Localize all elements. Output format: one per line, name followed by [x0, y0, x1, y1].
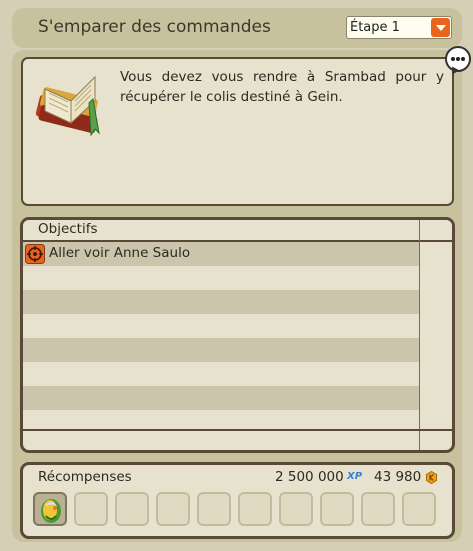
reward-slot-empty [320, 492, 354, 526]
xp-value: 2 500 000 [275, 469, 344, 485]
objective-row-empty [23, 314, 419, 338]
objective-row[interactable]: Aller voir Anne Saulo [23, 242, 419, 266]
target-icon [25, 244, 45, 264]
rewards-panel: Récompenses 2 500 000 XP 43 980 [20, 462, 455, 539]
chevron-down-icon[interactable] [431, 18, 450, 37]
objective-row-empty [23, 266, 419, 290]
reward-slot-empty [279, 492, 313, 526]
xp-icon: XP [347, 471, 363, 482]
quest-description-box: Vous devez vous rendre à Srambad pour y … [21, 57, 454, 206]
reward-slot-empty [402, 492, 436, 526]
reward-slot-empty [115, 492, 149, 526]
objective-row-empty [23, 386, 419, 410]
quest-description-text: Vous devez vous rendre à Srambad pour y … [120, 69, 444, 105]
quest-title: S'emparer des commandes [38, 17, 271, 37]
objectives-column-divider [419, 220, 420, 450]
objective-label: Aller voir Anne Saulo [49, 245, 191, 261]
objective-row-empty [23, 290, 419, 314]
rewards-label: Récompenses [38, 469, 132, 485]
chat-bubble-icon[interactable] [445, 46, 471, 72]
objectives-header: Objectifs [23, 220, 452, 242]
objectives-footer-divider [23, 429, 452, 431]
reward-slot-empty [156, 492, 190, 526]
title-bar: S'emparer des commandes Étape 1 [12, 8, 462, 48]
step-dropdown[interactable]: Étape 1 [346, 16, 452, 39]
equipment-item-icon [41, 499, 61, 523]
objective-row-empty [23, 338, 419, 362]
objectives-panel: Objectifs Aller voir Anne Saulo [20, 217, 455, 453]
reward-slot-empty [361, 492, 395, 526]
reward-slot-empty [74, 492, 108, 526]
objectives-header-label: Objectifs [38, 221, 98, 237]
reward-slot-empty [197, 492, 231, 526]
book-icon [35, 75, 100, 137]
reward-slot-empty [238, 492, 272, 526]
reward-slot[interactable] [33, 492, 67, 526]
kamas-value: 43 980 [374, 469, 422, 485]
objective-row-empty [23, 362, 419, 386]
kamas-icon [426, 471, 437, 484]
step-dropdown-value: Étape 1 [350, 20, 400, 35]
